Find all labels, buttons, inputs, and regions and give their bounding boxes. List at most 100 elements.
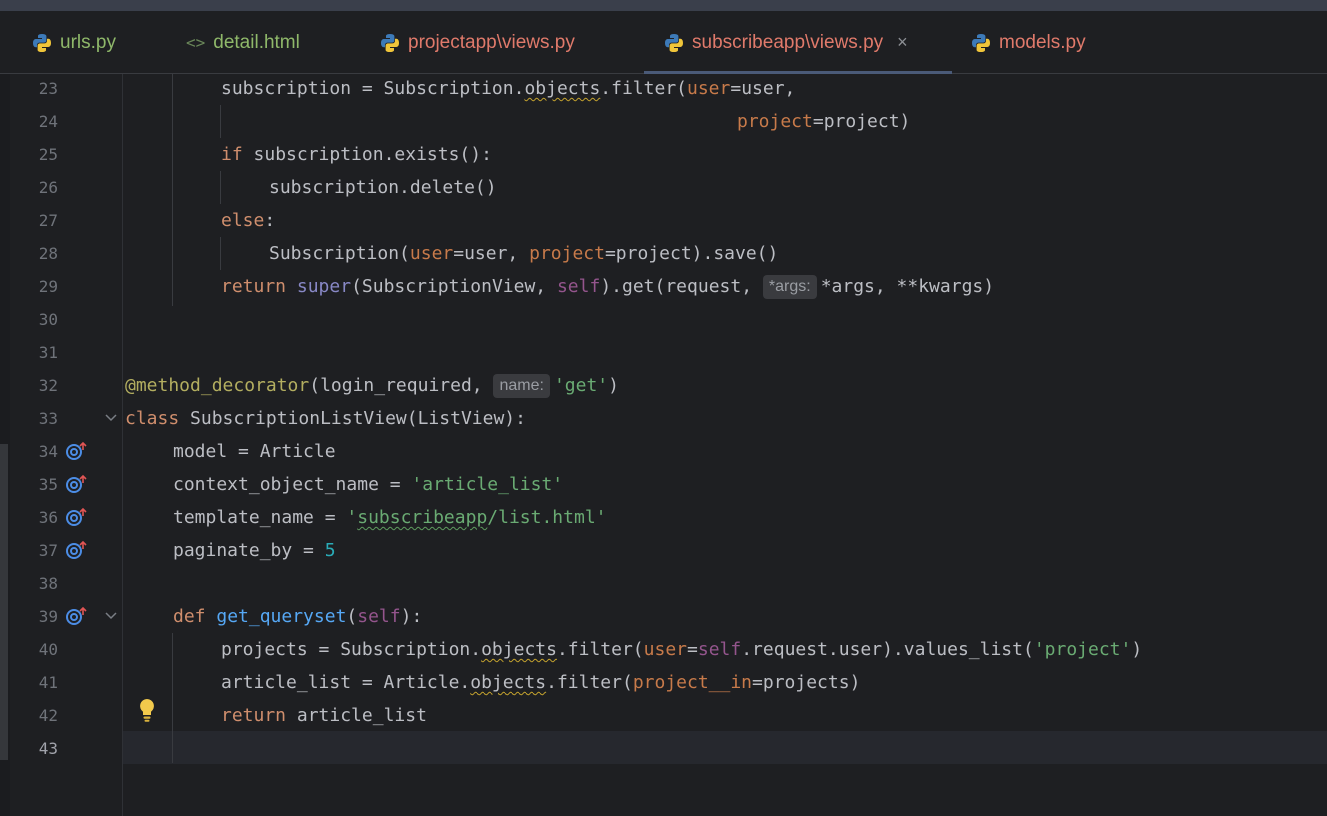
tab-label: projectapp\views.py <box>408 31 575 53</box>
line-number: 39 <box>38 607 58 626</box>
code-line-26[interactable]: subscription.delete() <box>269 171 1327 204</box>
tab-label: detail.html <box>213 31 300 53</box>
code-token: projects = Subscription. <box>221 639 482 660</box>
code-line-36[interactable]: template_name = 'subscribeapp/list.html' <box>173 501 1327 534</box>
tab-projectapp-views[interactable]: projectapp\views.py <box>380 11 575 74</box>
line-number: 32 <box>38 376 58 395</box>
code-line-23[interactable]: subscription = Subscription.objects.filt… <box>221 72 1327 105</box>
code-token: =user, <box>453 243 530 264</box>
code-token-keyword: return <box>221 705 287 726</box>
code-line-40[interactable]: projects = Subscription.objects.filter(u… <box>221 633 1327 666</box>
code-token-self: self <box>697 639 742 660</box>
code-token-keyword: def <box>173 606 206 627</box>
override-method-icon[interactable] <box>66 507 88 527</box>
code-token: =user, <box>730 78 796 99</box>
indent-guide <box>220 105 221 138</box>
line-number-current: 43 <box>38 739 58 758</box>
current-line-highlight <box>10 731 1327 764</box>
code-token-string-typo: subscribeapp <box>357 507 488 528</box>
code-token-function: get_queryset <box>216 606 347 627</box>
line-number: 33 <box>38 409 58 428</box>
code-token: ) <box>1131 639 1143 660</box>
code-line-35[interactable]: context_object_name = 'article_list' <box>173 468 1327 501</box>
line-number: 26 <box>38 178 58 197</box>
code-token-decorator: @method_decorator <box>125 375 310 396</box>
code-token-string: 'project' <box>1033 639 1132 660</box>
code-token: ) <box>608 375 619 396</box>
tab-subscribeapp-views[interactable]: subscribeapp\views.py × <box>644 11 952 74</box>
code-token-string: 'get' <box>553 375 609 396</box>
scroll-marker <box>0 444 8 760</box>
code-token: *args, **kwargs) <box>820 276 995 297</box>
code-token-keyword: if <box>221 144 243 165</box>
line-number: 27 <box>38 211 58 230</box>
code-token: .filter( <box>600 78 687 99</box>
code-line-39[interactable]: def get_queryset(self): <box>173 600 1327 633</box>
parameter-hint: name: <box>493 374 550 398</box>
code-token: ).get(request, <box>600 276 763 297</box>
override-method-icon[interactable] <box>66 606 88 626</box>
tab-label: urls.py <box>60 31 116 53</box>
code-token: : <box>264 210 276 231</box>
tab-label: subscribeapp\views.py <box>692 31 884 53</box>
code-token-keyword: else <box>221 210 265 231</box>
code-line-42[interactable]: return article_list <box>221 699 1327 732</box>
line-number: 34 <box>38 442 58 461</box>
python-icon <box>381 33 399 52</box>
code-token: subscription.delete() <box>269 177 497 198</box>
code-line-25[interactable]: if subscription.exists(): <box>221 138 1327 171</box>
code-line-37[interactable]: paginate_by = 5 <box>173 534 1327 567</box>
code-line-41[interactable]: article_list = Article.objects.filter(pr… <box>221 666 1327 699</box>
override-method-icon[interactable] <box>66 540 88 560</box>
line-number: 23 <box>38 79 58 98</box>
fold-chevron-icon[interactable] <box>104 411 118 425</box>
code-line-29[interactable]: return super(SubscriptionView, self).get… <box>221 270 1327 303</box>
code-token: article_list <box>286 705 427 726</box>
code-token-param: project__in <box>632 672 753 693</box>
override-method-icon[interactable] <box>66 441 88 461</box>
python-icon <box>33 33 51 52</box>
code-token: context_object_name = <box>173 474 412 495</box>
editor-tab-bar: urls.py <> detail.html projectapp\views.… <box>0 11 1327 74</box>
line-number: 41 <box>38 673 58 692</box>
tab-detail-html[interactable]: <> detail.html <box>186 11 300 74</box>
code-line-34[interactable]: model = Article <box>173 435 1327 468</box>
code-token: template_name = <box>173 507 347 528</box>
fold-chevron-icon[interactable] <box>104 609 118 623</box>
line-number: 31 <box>38 343 58 362</box>
override-method-icon[interactable] <box>66 474 88 494</box>
code-token-param: user <box>687 78 731 99</box>
code-token-string: ' <box>346 507 358 528</box>
close-icon[interactable]: × <box>897 32 908 53</box>
line-number: 25 <box>38 145 58 164</box>
lightbulb-icon[interactable] <box>136 697 158 725</box>
code-token: model = Article <box>173 441 336 462</box>
code-token: ( <box>346 606 358 627</box>
code-token: SubscriptionListView(ListView): <box>179 408 526 429</box>
code-token-param: project <box>529 243 605 264</box>
code-token: = <box>687 639 698 660</box>
code-token: ): <box>400 606 423 627</box>
tab-urls-py[interactable]: urls.py <box>32 11 116 74</box>
code-token: .filter( <box>556 639 644 660</box>
indent-guide <box>220 171 221 204</box>
line-number: 42 <box>38 706 58 725</box>
line-number: 28 <box>38 244 58 263</box>
code-token-param: project <box>737 111 813 132</box>
code-line-33[interactable]: class SubscriptionListView(ListView): <box>125 402 1327 435</box>
tab-models-py[interactable]: models.py <box>971 11 1086 74</box>
code-token: =project) <box>812 111 911 132</box>
code-token-keyword: return <box>221 276 287 297</box>
code-line-32[interactable]: @method_decorator(login_required, name: '… <box>125 369 1327 402</box>
code-line-24[interactable]: project=project) <box>737 105 1327 138</box>
code-line-28[interactable]: Subscription(user=user, project=project)… <box>269 237 1327 270</box>
code-token-string: /list.html' <box>487 507 607 528</box>
code-token-warning: objects <box>524 78 601 99</box>
left-tool-strip <box>0 74 10 816</box>
code-token: =project).save() <box>604 243 779 264</box>
code-token-string: 'article_list' <box>411 474 564 495</box>
window-top-accent <box>0 0 1327 11</box>
code-line-27[interactable]: else: <box>221 204 1327 237</box>
